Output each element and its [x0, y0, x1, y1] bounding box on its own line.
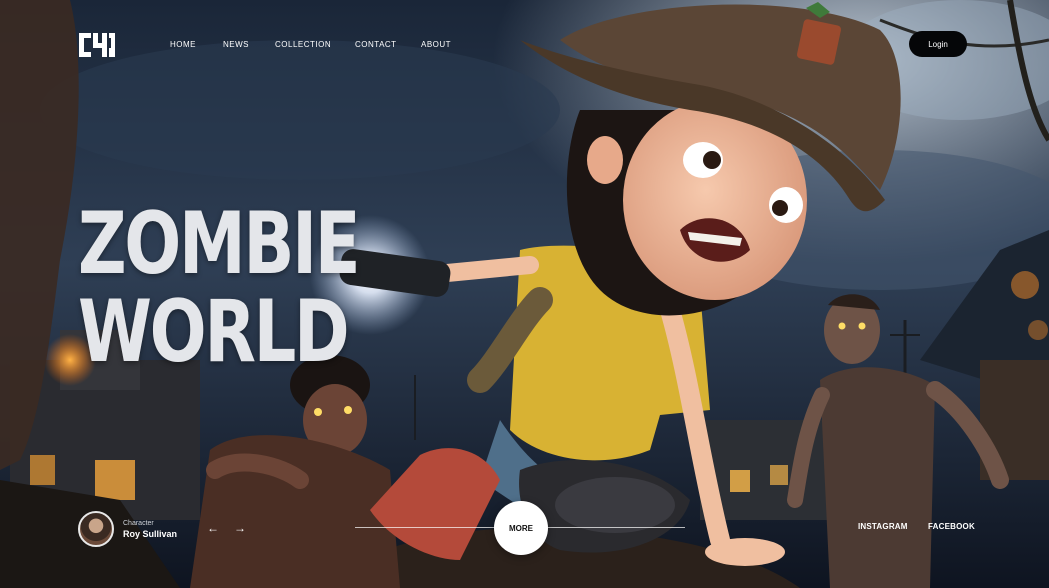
arrow-left-icon[interactable]: ←: [207, 522, 219, 534]
nav-item-about[interactable]: ABOUT: [421, 40, 451, 49]
brand-logo[interactable]: [78, 32, 116, 58]
nav-item-collection[interactable]: COLLECTION: [275, 40, 331, 49]
creator-info: Character Roy Sullivan: [123, 520, 177, 539]
creator-card: Character Roy Sullivan: [78, 511, 177, 547]
arrow-right-icon[interactable]: →: [234, 522, 246, 534]
nav-item-home[interactable]: HOME: [170, 40, 196, 49]
more-button[interactable]: MORE: [494, 501, 548, 555]
logo-icon: [79, 33, 115, 57]
creator-label: Character: [123, 519, 154, 527]
hero-title-line-1: ZOMBIE: [78, 194, 361, 294]
nav-item-contact[interactable]: CONTACT: [355, 40, 397, 49]
creator-name: Roy Sullivan: [123, 528, 178, 539]
avatar[interactable]: [78, 511, 114, 547]
nav-item-news[interactable]: NEWS: [223, 40, 249, 49]
facebook-link[interactable]: FACEBOOK: [928, 522, 975, 531]
login-button[interactable]: Login: [909, 31, 967, 57]
hero-title: ZOMBIE WORLD: [78, 194, 361, 382]
hero-title-line-2: WORLD: [78, 282, 350, 382]
instagram-link[interactable]: INSTAGRAM: [858, 522, 908, 531]
